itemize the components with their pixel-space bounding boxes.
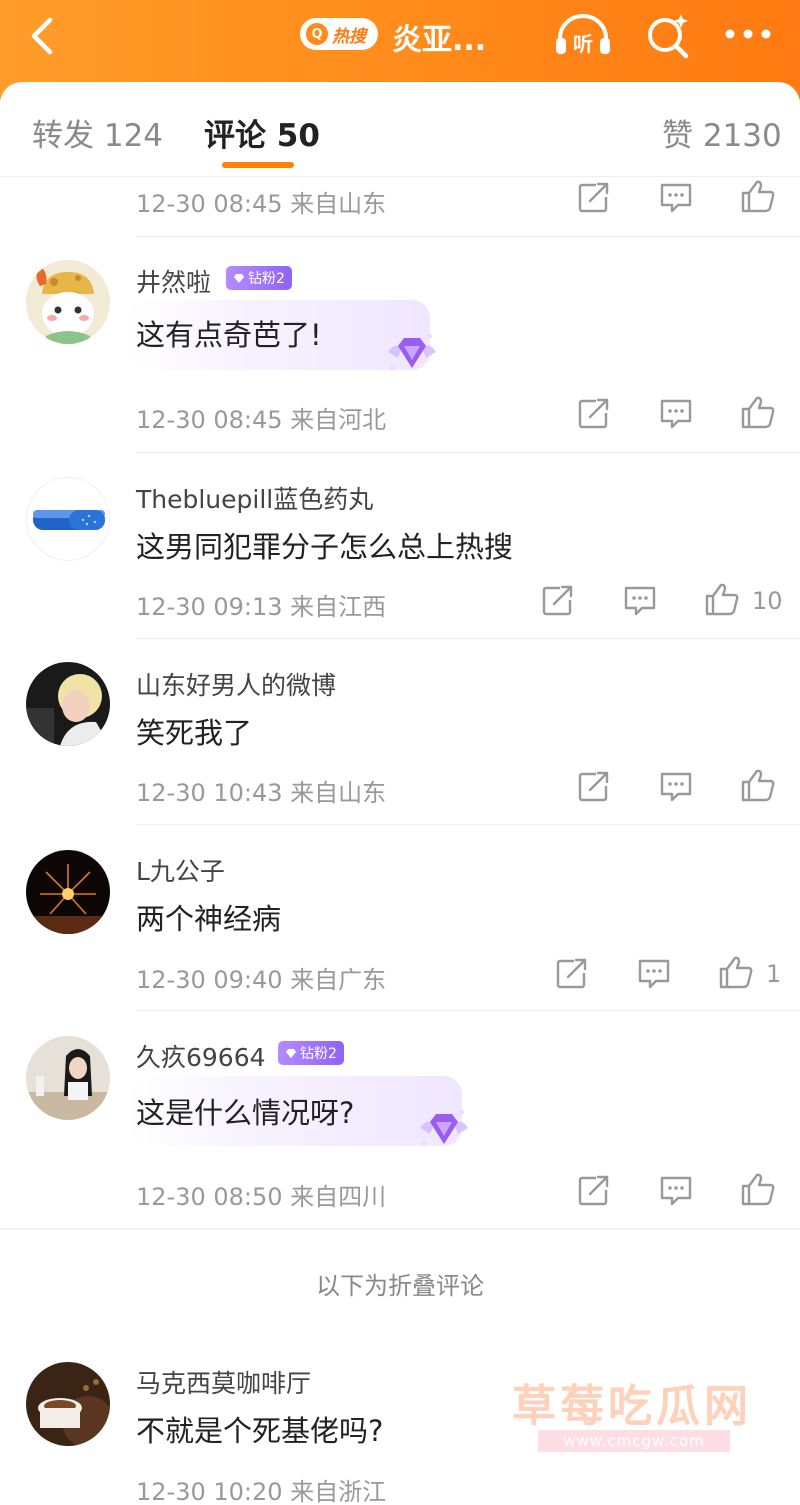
- comment-username[interactable]: Thebluepill蓝色药丸: [136, 480, 373, 516]
- like-icon[interactable]: [740, 768, 776, 802]
- like-count: 10: [752, 587, 783, 615]
- comment-text: 这男同犯罪分子怎么总上热搜: [136, 530, 514, 564]
- share-icon[interactable]: [576, 1174, 612, 1208]
- avatar[interactable]: [26, 662, 110, 746]
- comment-icon[interactable]: [622, 584, 658, 618]
- like-icon[interactable]: [718, 955, 754, 989]
- comment-meta: 12-30 09:40 来自广东: [136, 966, 387, 994]
- diamond-icon: [234, 273, 245, 283]
- like-icon[interactable]: [740, 395, 776, 429]
- share-icon[interactable]: [576, 181, 612, 215]
- like-icon[interactable]: [740, 179, 776, 213]
- comment-text: 这有点奇芭了!: [136, 318, 322, 352]
- tab-bar: 转发 124 评论 50 赞 2130: [0, 82, 800, 176]
- comment-meta: 12-30 08:50 来自四川: [136, 1183, 387, 1211]
- share-icon[interactable]: [540, 584, 576, 618]
- comment-text: 笑死我了: [136, 716, 253, 750]
- avatar[interactable]: [26, 850, 110, 934]
- comment-meta: 12-30 08:45 来自河北: [136, 406, 387, 434]
- like-icon[interactable]: [740, 1172, 776, 1206]
- page-title[interactable]: 炎亚...: [392, 15, 486, 59]
- divider: [136, 452, 800, 453]
- back-arrow-icon[interactable]: [22, 14, 62, 58]
- comment-icon[interactable]: [658, 181, 694, 215]
- headphones-icon[interactable]: 听: [552, 12, 614, 58]
- comment-text: 不就是个死基佬吗?: [136, 1414, 384, 1448]
- search-icon[interactable]: [644, 12, 692, 60]
- avatar[interactable]: [26, 477, 110, 561]
- avatar[interactable]: [26, 1362, 110, 1446]
- watermark-title: 草莓吃瓜网: [512, 1381, 752, 1432]
- comment-username[interactable]: L九公子: [136, 852, 225, 888]
- tab-repost[interactable]: 转发 124: [32, 110, 163, 155]
- watermark-url: www.cmcgw.com: [538, 1430, 730, 1452]
- comment-text: 这是什么情况呀?: [136, 1096, 355, 1130]
- comment-meta: 12-30 09:13 来自江西: [136, 593, 387, 621]
- active-tab-indicator: [222, 162, 294, 168]
- like-icon[interactable]: [704, 582, 740, 616]
- divider: [136, 824, 800, 825]
- divider: [0, 176, 800, 177]
- comment-username[interactable]: 久疚69664: [136, 1038, 266, 1074]
- hot-search-icon: Q: [306, 23, 328, 45]
- hot-search-label: 热搜: [332, 26, 366, 47]
- diamond-fan-icon: [388, 334, 436, 370]
- fan-level-badge: 钻粉2: [226, 266, 292, 290]
- comment-icon[interactable]: [658, 1174, 694, 1208]
- divider: [136, 638, 800, 639]
- divider: [0, 1228, 800, 1230]
- comment-text: 两个神经病: [136, 902, 282, 936]
- diamond-icon: [286, 1048, 297, 1058]
- more-options-icon[interactable]: [722, 24, 774, 44]
- svg-text:听: 听: [573, 32, 593, 56]
- avatar[interactable]: [26, 1036, 110, 1120]
- tab-likes[interactable]: 赞 2130: [662, 110, 782, 155]
- diamond-fan-icon: [420, 1110, 468, 1146]
- fan-level-badge: 钻粉2: [278, 1041, 344, 1065]
- comment-username[interactable]: 马克西莫咖啡厅: [136, 1364, 311, 1400]
- comment-icon[interactable]: [636, 957, 672, 991]
- share-icon[interactable]: [554, 957, 590, 991]
- like-count: 1: [766, 960, 782, 988]
- tab-comments[interactable]: 评论 50: [204, 110, 320, 155]
- divider: [136, 236, 800, 237]
- share-icon[interactable]: [576, 770, 612, 804]
- comment-username[interactable]: 井然啦: [136, 263, 211, 299]
- avatar[interactable]: [26, 260, 110, 344]
- divider: [136, 1010, 800, 1011]
- comment-meta: 12-30 10:20 来自浙江: [136, 1478, 387, 1505]
- folded-comments-label[interactable]: 以下为折叠评论: [0, 1266, 800, 1301]
- share-icon[interactable]: [576, 397, 612, 431]
- comment-icon[interactable]: [658, 397, 694, 431]
- comment-meta: 12-30 10:43 来自山东: [136, 779, 387, 807]
- comment-username[interactable]: 山东好男人的微博: [136, 666, 336, 702]
- fan-level-label: 钻粉2: [248, 271, 285, 287]
- comment-meta: 12-30 08:45 来自山东: [136, 190, 387, 218]
- hot-search-badge[interactable]: Q 热搜: [300, 18, 378, 50]
- fan-level-label: 钻粉2: [300, 1046, 337, 1062]
- comment-icon[interactable]: [658, 770, 694, 804]
